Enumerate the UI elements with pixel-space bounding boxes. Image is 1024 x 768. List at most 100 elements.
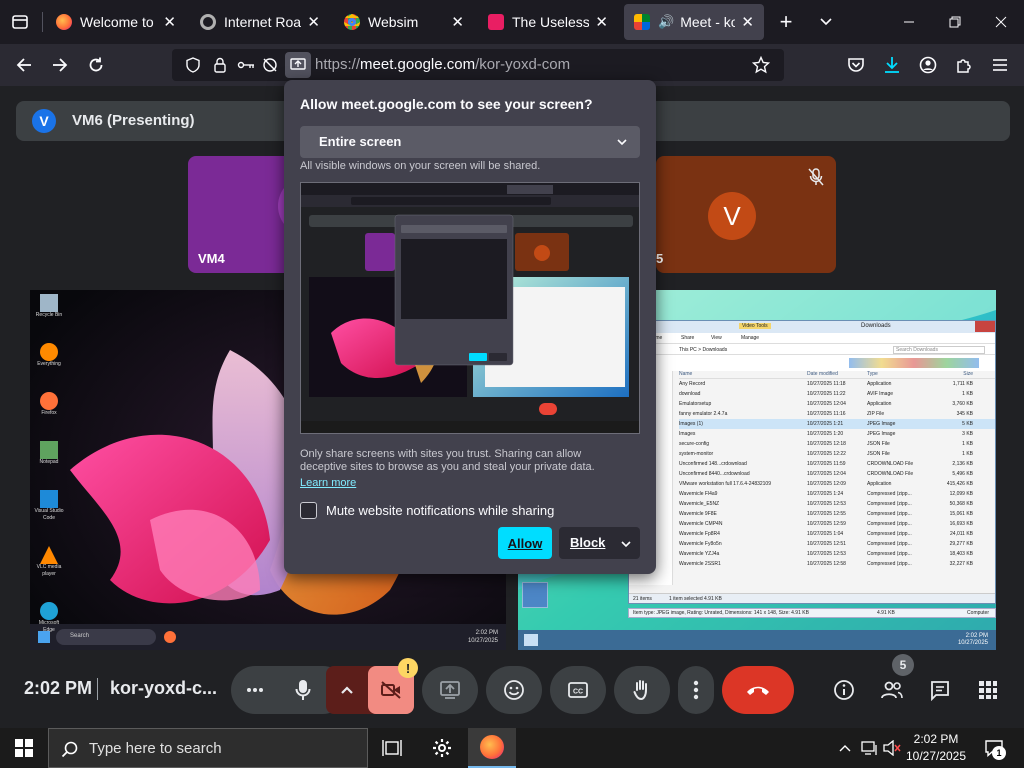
firefox-icon: [40, 392, 58, 410]
lock-icon[interactable]: [210, 55, 230, 75]
people-icon[interactable]: [878, 676, 906, 704]
file-name: fanny emulator 2.4.7a: [679, 411, 728, 417]
close-icon[interactable]: ✕: [451, 13, 464, 31]
url-text[interactable]: https://meet.google.com/kor-yoxd-com: [315, 56, 570, 73]
back-button[interactable]: [10, 51, 38, 79]
raise-hand-icon: [633, 680, 647, 701]
reactions-button[interactable]: [486, 666, 542, 714]
close-icon[interactable]: ✕: [307, 13, 320, 31]
tab-websim[interactable]: Websim ✕: [334, 4, 474, 40]
forward-button[interactable]: [46, 51, 74, 79]
tab-internet-roadtrip[interactable]: Internet Roadtrip ✕: [190, 4, 330, 40]
more-audio-options-icon[interactable]: [231, 666, 279, 714]
file-row: Wavernicle CMP4N 10/27/2025 12:59 Compress…: [679, 519, 995, 529]
browser-tab-strip: Welcome to Fire ✕ Internet Roadtrip ✕ We…: [0, 0, 1024, 44]
tab-list-button[interactable]: [806, 0, 846, 44]
allow-button[interactable]: Allow: [498, 527, 552, 559]
file-row: Wavernicle 9F8E 10/27/2025 12:55 Compresse…: [679, 509, 995, 519]
notepad-icon: [40, 441, 58, 459]
captions-button[interactable]: CC: [550, 666, 606, 714]
file-type: Compressed (zipp...: [867, 511, 912, 517]
vm-clock-date: 10/27/2025: [957, 640, 988, 646]
tab-meet[interactable]: 🔊 Meet - kor- ✕: [624, 4, 764, 40]
file-name: Unconfirmed 8440...crdownload: [679, 471, 750, 477]
chat-icon[interactable]: [926, 676, 954, 704]
downloads-icon[interactable]: [878, 51, 906, 79]
file-name: Wavernicle Fy8o5n: [679, 541, 722, 547]
file-row: Wavernicle Fl4a9 10/27/2025 1:24 Compresse…: [679, 489, 995, 499]
file-size: 1 KB: [962, 441, 973, 447]
microphone-button[interactable]: [279, 666, 327, 714]
mute-notifications-option[interactable]: Mute website notifications while sharing: [300, 501, 554, 519]
file-date: 10/27/2025 12:58: [807, 561, 846, 567]
menu-icon[interactable]: [986, 51, 1014, 79]
chevron-up-icon[interactable]: [326, 666, 368, 714]
file-date: 10/27/2025 1:20: [807, 431, 844, 437]
file-name: VMware workstation full 17.6.4-24832109: [679, 481, 771, 487]
file-size: 18,403 KB: [949, 551, 973, 557]
reload-button[interactable]: [82, 51, 110, 79]
meeting-details-icon[interactable]: [830, 676, 858, 704]
learn-more-link[interactable]: Learn more: [300, 477, 356, 489]
show-hidden-icons-chevron-icon[interactable]: [832, 728, 858, 768]
url-bar[interactable]: https://meet.google.com/kor-yoxd-com: [172, 49, 784, 81]
divider: [97, 678, 98, 700]
vscode-icon: [40, 490, 58, 508]
new-tab-button[interactable]: +: [766, 0, 806, 44]
minimize-button[interactable]: [886, 0, 932, 44]
block-button[interactable]: Block: [559, 527, 640, 559]
task-view-button[interactable]: [368, 728, 416, 768]
screen-select-dropdown[interactable]: Entire screen: [300, 126, 640, 158]
tab-welcome-firefox[interactable]: Welcome to Fire ✕: [46, 4, 186, 40]
participant-tile-vm4[interactable]: VM4: [188, 156, 298, 273]
svg-text:CC: CC: [573, 689, 583, 696]
pocket-icon[interactable]: [842, 51, 870, 79]
volume-muted-icon[interactable]: [880, 728, 904, 768]
leave-call-button[interactable]: [722, 666, 794, 714]
permissions-icon[interactable]: [236, 55, 256, 75]
close-icon[interactable]: ✕: [741, 13, 754, 31]
warning-badge: !: [398, 658, 418, 678]
status-size: 4.91 KB: [877, 610, 895, 616]
file-size: 1,711 KB: [952, 381, 973, 387]
tab-useless-web[interactable]: The Useless Web ✕: [478, 4, 618, 40]
mute-notifications-checkbox[interactable]: [300, 501, 317, 519]
restore-button[interactable]: [932, 0, 978, 44]
chevron-down-icon[interactable]: [620, 534, 632, 550]
close-icon[interactable]: ✕: [163, 13, 176, 31]
file-date: 10/27/2025 1:04: [807, 531, 844, 537]
bookmark-star-icon[interactable]: [751, 55, 771, 75]
close-icon[interactable]: ✕: [595, 13, 608, 31]
participant-tile-v[interactable]: V 5: [656, 156, 836, 273]
url-path: /kor-yoxd-com: [475, 56, 571, 73]
present-screen-button[interactable]: [422, 666, 478, 714]
more-options-button[interactable]: [678, 666, 714, 714]
file-size: 50,368 KB: [949, 501, 973, 507]
speaker-icon[interactable]: 🔊: [658, 14, 674, 30]
emoji-icon: [504, 680, 524, 700]
file-size: 5 KB: [962, 421, 973, 427]
network-icon[interactable]: [858, 728, 882, 768]
raise-hand-button[interactable]: [614, 666, 670, 714]
chevron-down-icon: [616, 132, 628, 148]
firefox-taskbar-button[interactable]: [468, 728, 516, 768]
settings-taskbar-button[interactable]: [418, 728, 466, 768]
vm-search-label: Search: [70, 633, 90, 639]
camera-blocked-icon[interactable]: [260, 55, 280, 75]
taskbar-clock[interactable]: 2:02 PM 10/27/2025: [904, 731, 968, 765]
meet-icon: [634, 14, 650, 30]
microphone-icon: [295, 680, 311, 700]
activities-icon[interactable]: [974, 676, 1002, 704]
tab-groups-icon[interactable]: [0, 0, 40, 44]
close-window-button[interactable]: [978, 0, 1024, 44]
details-bar: Item type: JPEG image, Rating: Unrated, …: [628, 608, 996, 618]
desktop-icon-label: VLC media player: [36, 564, 62, 577]
screen-share-icon[interactable]: [285, 52, 311, 78]
shield-icon[interactable]: [183, 55, 203, 75]
taskbar-search-box[interactable]: Type here to search: [48, 728, 368, 768]
file-type: JSON File: [867, 441, 890, 447]
start-button[interactable]: [0, 728, 48, 768]
file-size: 3 KB: [962, 431, 973, 437]
extensions-icon[interactable]: [950, 51, 978, 79]
account-icon[interactable]: [914, 51, 942, 79]
